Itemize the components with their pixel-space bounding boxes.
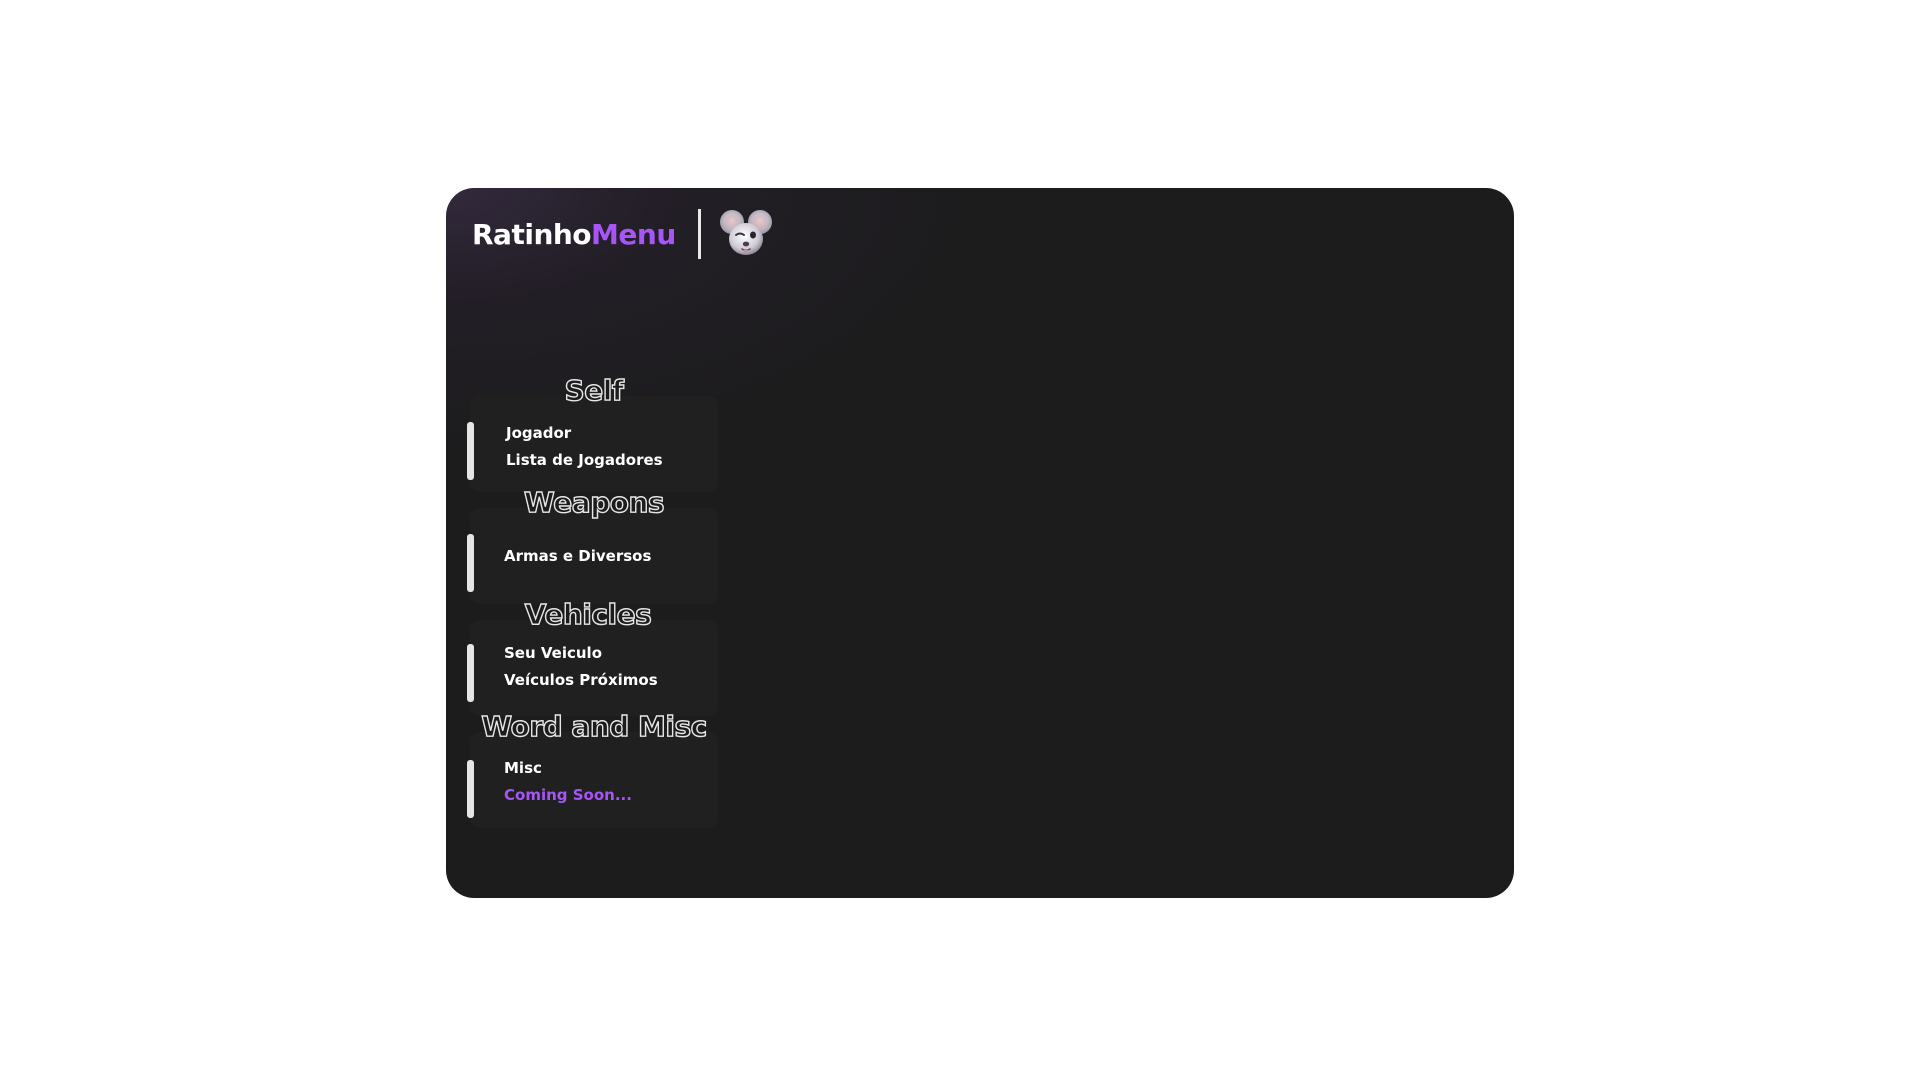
menu-header: Ratinho Menu (472, 208, 773, 260)
section-vehicles: Vehicles Seu Veiculo Veículos Próximos (467, 597, 718, 716)
section-weapons-indicator (467, 534, 474, 592)
brand-name-part1: Ratinho (472, 217, 592, 251)
section-word-and-misc-title: Word and Misc (481, 709, 708, 743)
content-area (746, 288, 1484, 868)
section-vehicles-indicator (467, 644, 474, 702)
menu-window: Ratinho Menu Self Jogador Lista de Jogad… (446, 188, 1514, 898)
section-self-indicator (467, 422, 474, 480)
section-weapons-items: Armas e Diversos (504, 543, 651, 570)
section-word-and-misc: Word and Misc Misc Coming Soon... (467, 709, 718, 828)
section-weapons: Weapons Armas e Diversos (467, 485, 718, 604)
section-vehicles-title: Vehicles (524, 597, 652, 631)
brand-name-part2: Menu (591, 217, 676, 251)
section-self-items: Jogador Lista de Jogadores (506, 420, 663, 474)
section-word-and-misc-items: Misc Coming Soon... (504, 755, 632, 809)
menu-item-armas-e-diversos[interactable]: Armas e Diversos (504, 543, 651, 570)
menu-item-seu-veiculo[interactable]: Seu Veiculo (504, 640, 658, 667)
brand-logo-text: Ratinho Menu (472, 218, 676, 251)
mouse-face-icon (719, 210, 772, 255)
section-self: Self Jogador Lista de Jogadores (467, 373, 718, 492)
menu-item-veiculos-proximos[interactable]: Veículos Próximos (504, 667, 658, 694)
section-word-and-misc-indicator (467, 760, 474, 818)
menu-item-misc[interactable]: Misc (504, 755, 632, 782)
header-divider (697, 209, 701, 259)
menu-item-jogador[interactable]: Jogador (506, 420, 663, 447)
section-vehicles-items: Seu Veiculo Veículos Próximos (504, 640, 658, 694)
menu-item-coming-soon: Coming Soon... (504, 786, 632, 804)
section-self-title: Self (564, 373, 625, 407)
category-nav: Self Jogador Lista de Jogadores Weapons … (467, 373, 718, 828)
menu-item-lista-de-jogadores[interactable]: Lista de Jogadores (506, 447, 663, 474)
section-weapons-title: Weapons (523, 485, 665, 519)
